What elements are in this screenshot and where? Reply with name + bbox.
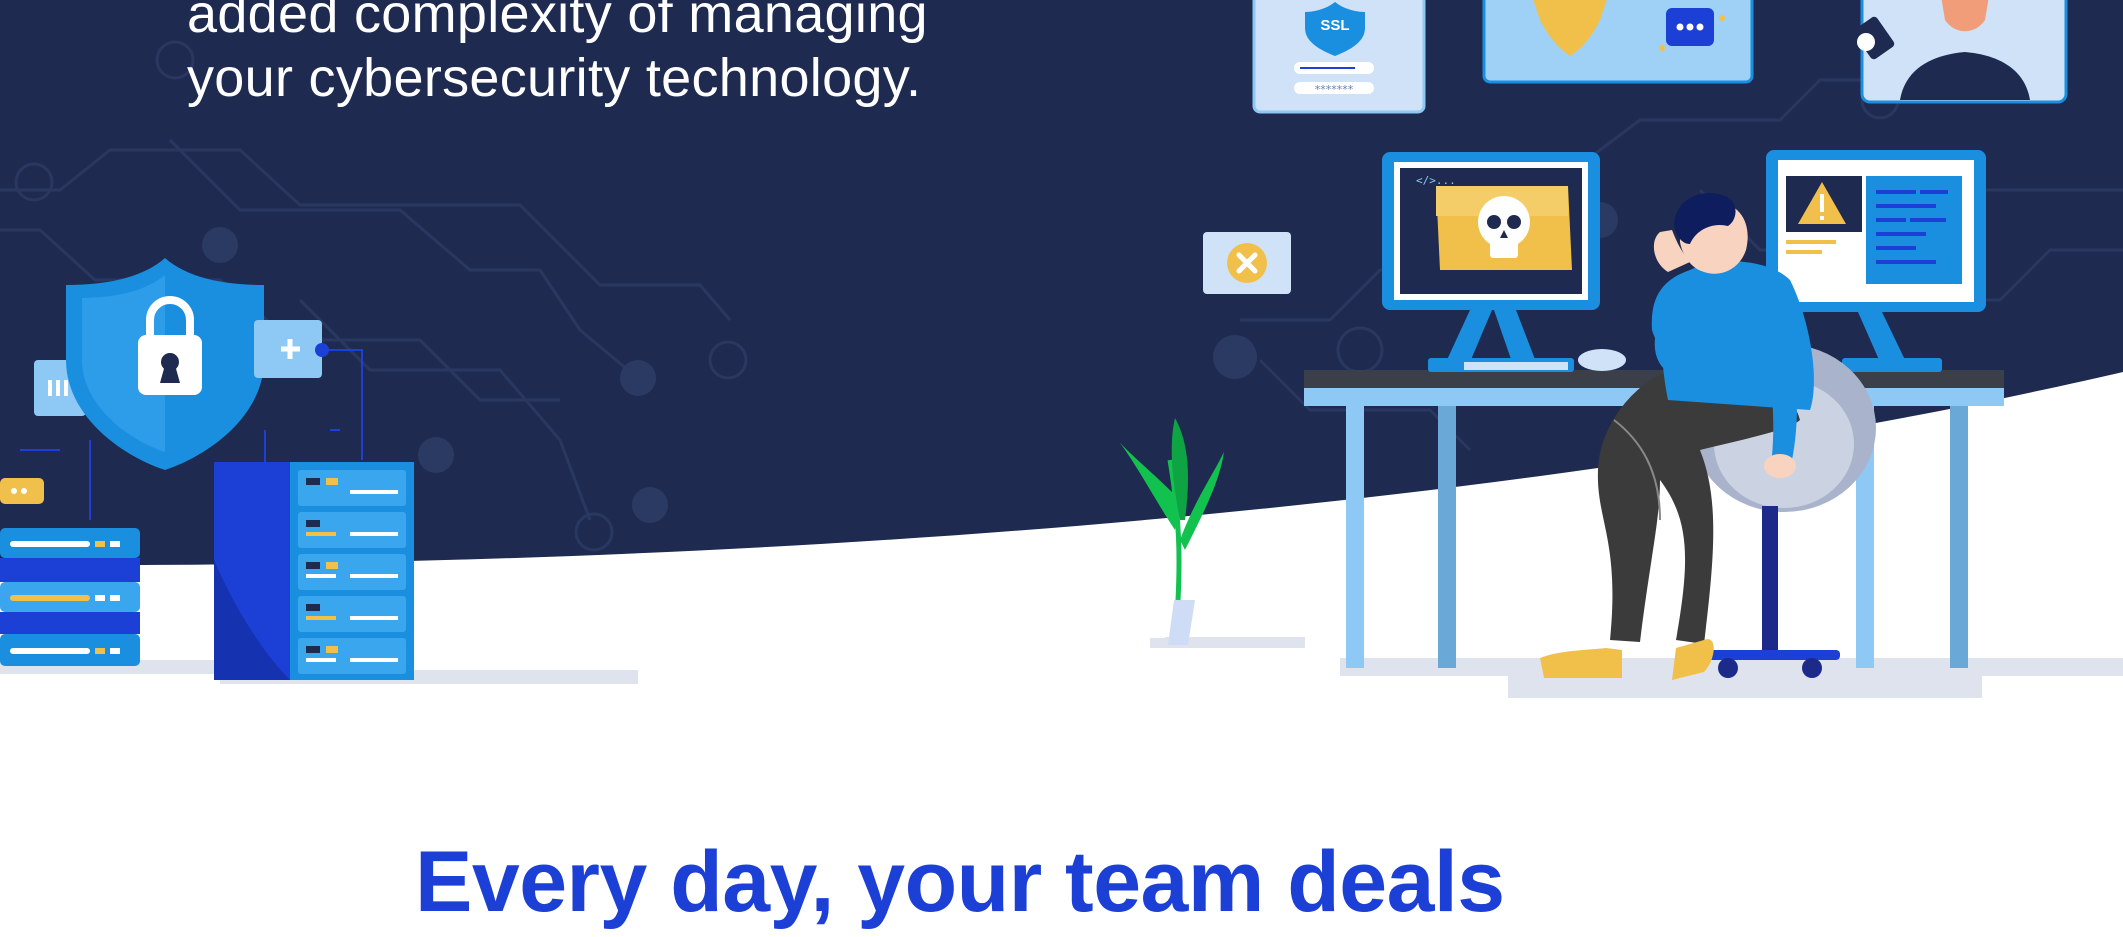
- hero-tagline-line-1: added complexity of managing: [187, 0, 928, 44]
- section-headline: Every day, your team deals: [415, 834, 1505, 930]
- svg-text:</>...: </>...: [1416, 174, 1456, 187]
- password-mask: *******: [1315, 83, 1354, 96]
- ssl-badge-icon: SSL *******: [1252, 0, 1426, 114]
- ssl-label: SSL: [1320, 17, 1349, 34]
- hero-tagline-line-2: your cybersecurity technology.: [187, 48, 922, 108]
- close-icon: [1203, 232, 1291, 294]
- server-rack-icon: [214, 462, 414, 680]
- hero-illustration: SSL ******* </>...: [0, 0, 2123, 698]
- heart-shield-panel: [1482, 0, 1754, 84]
- hero-tagline: added complexity of managing your cybers…: [187, 0, 928, 110]
- hero-section: SSL ******* </>... added complexity of m…: [0, 0, 2123, 937]
- hacker-panel: [1853, 0, 2068, 104]
